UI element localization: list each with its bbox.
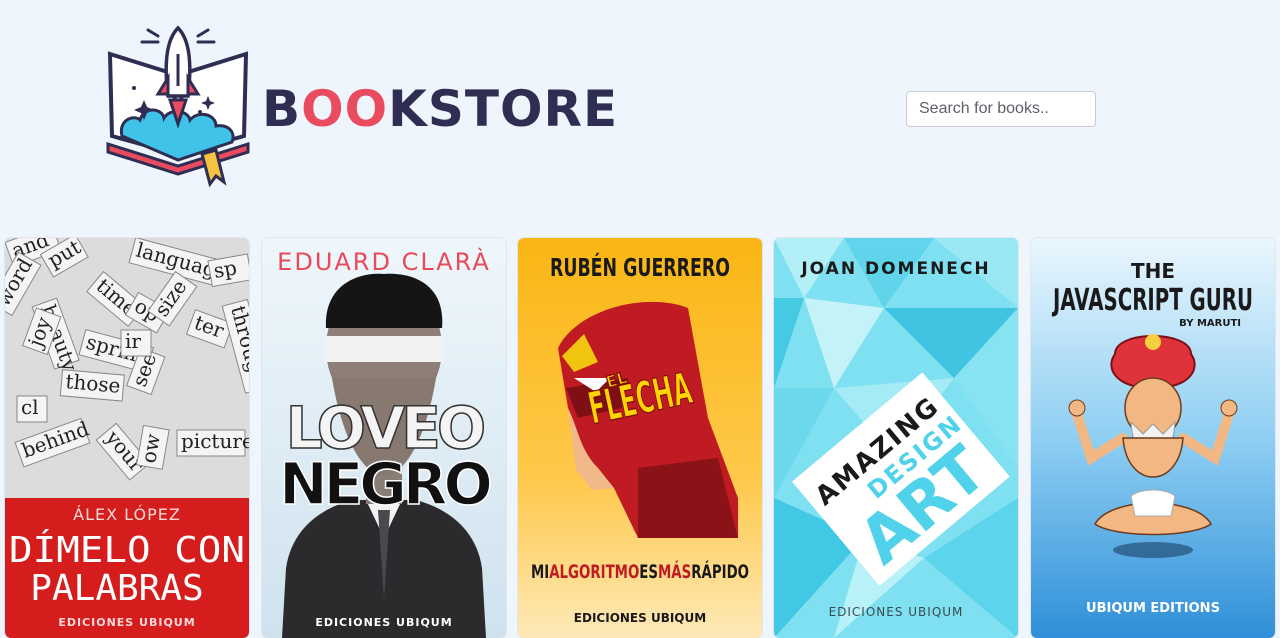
bookstore-logo[interactable]	[104, 24, 254, 194]
book-byline: BY MARUTI	[1179, 318, 1241, 329]
book-title: NEGRO	[279, 450, 490, 518]
brand-prefix: B	[262, 80, 302, 138]
book-author: JOAN DOMENECH	[800, 259, 990, 279]
book-card[interactable]: JOAN DOMENECH AMAZING DESIGN ART EDICION…	[774, 238, 1018, 638]
book-card[interactable]: EDUARD CLARÀ LOVEO NEGRO EDICIONES UBIQU…	[262, 238, 506, 638]
rocket-book-icon	[106, 25, 250, 188]
book-author: EDUARD CLARÀ	[277, 247, 491, 276]
book-title: THE	[1131, 259, 1175, 283]
book-grid: and language put time op size beauty sp …	[0, 238, 1280, 638]
word-tile: sp	[212, 255, 239, 283]
book-publisher: EDICIONES UBIQUM	[58, 616, 195, 629]
book-title: PALABRAS	[30, 568, 203, 609]
word-tile: those	[65, 369, 122, 398]
search-input[interactable]	[906, 91, 1096, 127]
word-tile: ow	[136, 432, 165, 465]
brand-o2: O	[344, 80, 389, 138]
word-tile: ir	[125, 329, 141, 353]
brand-name[interactable]: BOOKSTORE	[262, 80, 618, 138]
book-title: DÍMELO CON	[9, 529, 245, 571]
book-card[interactable]: RUBÉN GUERRERO EL FLECHA MIALGORITMOESMÁ…	[518, 238, 762, 638]
book-cover-1: and language put time op size beauty sp …	[5, 238, 249, 638]
book-title: MIALGORITMOESMÁSRÁPIDO	[531, 560, 749, 583]
brand-o1: O	[301, 80, 345, 138]
site-header: BOOKSTORE	[0, 0, 1280, 230]
book-cover-4: JOAN DOMENECH AMAZING DESIGN ART EDICION…	[774, 238, 1018, 638]
book-publisher: EDICIONES UBIQUM	[574, 611, 706, 625]
book-card[interactable]: and language put time op size beauty sp …	[5, 238, 249, 638]
book-title: JAVASCRIPT GURU	[1052, 283, 1253, 318]
book-publisher: UBIQUM EDITIONS	[1086, 601, 1220, 616]
book-cover-3: RUBÉN GUERRERO EL FLECHA MIALGORITMOESMÁ…	[518, 238, 762, 638]
word-tile: picture	[181, 429, 249, 453]
brand-suffix: KSTORE	[388, 80, 619, 138]
book-author: RUBÉN GUERRERO	[550, 253, 730, 282]
word-tile: cl	[21, 395, 39, 419]
book-cover-2: EDUARD CLARÀ LOVEO NEGRO EDICIONES UBIQU…	[262, 238, 506, 638]
book-cover-5: THE JAVASCRIPT GURU BY MARUTI UBIQUM EDI…	[1031, 238, 1275, 638]
book-author: ÁLEX LÓPEZ	[73, 505, 181, 524]
book-publisher: EDICIONES UBIQUM	[829, 605, 964, 619]
book-card[interactable]: THE JAVASCRIPT GURU BY MARUTI UBIQUM EDI…	[1031, 238, 1275, 638]
book-publisher: EDICIONES UBIQUM	[315, 616, 452, 629]
